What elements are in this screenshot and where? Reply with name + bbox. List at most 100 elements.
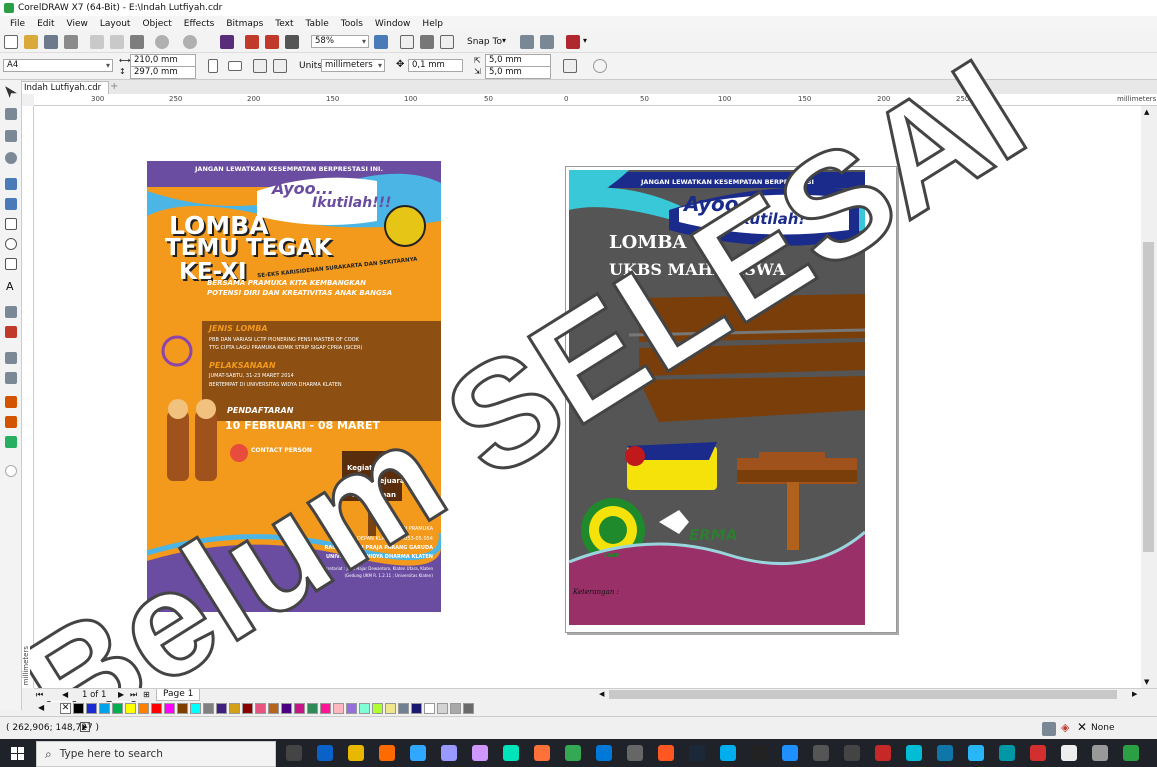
poster-in-progress[interactable]: JANGAN LEWATKAN KESEMPATAN BERPRESTASI A… [569,170,865,625]
palette-swatch[interactable] [242,703,253,714]
open-folder-icon[interactable] [24,35,38,49]
taskbar-app-icon[interactable] [968,745,984,761]
options-icon[interactable] [540,35,554,49]
save-icon[interactable] [44,35,58,49]
taskbar-app-icon[interactable] [782,745,798,761]
taskbar-app-icon[interactable] [596,745,612,761]
ruler-origin[interactable] [22,94,34,106]
menu-tools[interactable]: Tools [335,19,369,29]
taskbar-app-icon[interactable] [1030,745,1046,761]
menu-help[interactable]: Help [416,19,449,29]
paste-icon[interactable] [130,35,144,49]
palette-swatch[interactable] [372,703,383,714]
taskbar-app-icon[interactable] [503,745,519,761]
shape-tool-icon[interactable] [5,108,17,120]
windows-start-icon[interactable] [11,747,24,760]
no-color-swatch-icon[interactable]: ✕ [60,703,71,714]
taskbar-app-icon[interactable] [1123,745,1139,761]
palette-swatch[interactable] [164,703,175,714]
taskbar-app-icon[interactable] [627,745,643,761]
add-page-icon[interactable]: ⊞ [143,690,150,699]
taskbar-app-icon[interactable] [348,745,364,761]
search-content-icon[interactable] [220,35,234,49]
menu-text[interactable]: Text [269,19,299,29]
page-size-select[interactable]: A4 [3,59,113,72]
polygon-tool-icon[interactable] [5,258,17,270]
launcher-chevron-down-icon[interactable]: ▾ [583,36,587,45]
palette-swatch[interactable] [73,703,84,714]
palette-swatch[interactable] [424,703,435,714]
palette-swatch[interactable] [203,703,214,714]
page-height-field[interactable]: 297,0 mm [130,66,196,79]
nudge-distance-field[interactable]: 0,1 mm [408,59,463,72]
palette-swatch[interactable] [86,703,97,714]
transparency-tool-icon[interactable] [5,372,17,384]
taskbar-app-icon[interactable] [410,745,426,761]
menu-effects[interactable]: Effects [178,19,221,29]
palette-swatch[interactable] [125,703,136,714]
next-page-icon[interactable]: ▶ [118,690,124,699]
menu-table[interactable]: Table [299,19,334,29]
palette-swatch[interactable] [190,703,201,714]
palette-swatch[interactable] [99,703,110,714]
publish-pdf-icon[interactable] [285,35,299,49]
quick-customize-icon[interactable] [5,465,17,477]
show-guidelines-icon[interactable] [420,35,434,49]
palette-swatch[interactable] [229,703,240,714]
interactive-fill-tool-icon[interactable] [5,416,17,428]
full-screen-icon[interactable] [374,35,388,49]
landscape-icon[interactable] [228,61,242,71]
palette-swatch[interactable] [411,703,422,714]
palette-swatch[interactable] [450,703,461,714]
scroll-left-arrow-icon[interactable]: ◀ [599,690,604,698]
horizontal-scroll-thumb[interactable] [609,690,1117,699]
palette-swatch[interactable] [320,703,331,714]
taskbar-app-icon[interactable] [286,745,302,761]
taskbar-app-icon[interactable] [813,745,829,761]
taskbar-app-icon[interactable] [472,745,488,761]
units-select[interactable]: millimeters [321,59,385,72]
first-page-icon[interactable]: ⏮ [36,690,43,700]
zoom-tool-icon[interactable] [5,152,17,164]
taskbar-app-icon[interactable] [720,745,736,761]
document-tab[interactable]: Indah Lutfiyah.cdr [19,81,109,94]
palette-swatch[interactable] [138,703,149,714]
taskbar-app-icon[interactable] [1092,745,1108,761]
text-tool-icon[interactable]: A [6,280,14,293]
menu-edit[interactable]: Edit [31,19,60,29]
page-tab[interactable]: Page 1 [156,689,201,701]
palette-swatch[interactable] [307,703,318,714]
taskbar-app-icon[interactable] [565,745,581,761]
color-eyedropper-tool-icon[interactable] [5,396,17,408]
portrait-icon[interactable] [208,59,218,73]
ellipse-tool-icon[interactable] [5,238,17,250]
palette-swatch[interactable] [359,703,370,714]
show-rulers-icon[interactable] [400,35,414,49]
taskbar-app-icon[interactable] [317,745,333,761]
horizontal-ruler[interactable]: 300 250 200 150 100 50 0 50 100 150 200 … [34,94,1157,106]
taskbar-search-box[interactable]: ⌕ Type here to search [36,741,276,767]
palette-swatch[interactable] [398,703,409,714]
print-icon[interactable] [64,35,78,49]
menu-object[interactable]: Object [136,19,177,29]
pick-tool-icon[interactable] [5,86,17,98]
rectangle-tool-icon[interactable] [5,218,17,230]
poster-lomba-temu-tegak[interactable]: JANGAN LEWATKAN KESEMPATAN BERPRESTASI I… [147,161,441,612]
taskbar-app-icon[interactable] [999,745,1015,761]
add-preset-icon[interactable] [593,59,607,73]
scroll-up-arrow-icon[interactable]: ▲ [1144,108,1149,116]
export-icon[interactable] [265,35,279,49]
snap-chevron-down-icon[interactable]: ▾ [502,36,506,45]
last-page-icon[interactable]: ⏭ [130,690,137,700]
taskbar-app-icon[interactable] [751,745,767,761]
new-document-icon[interactable] [4,35,18,49]
palette-swatch[interactable] [268,703,279,714]
palette-swatch[interactable] [294,703,305,714]
menu-window[interactable]: Window [369,19,417,29]
menu-bitmaps[interactable]: Bitmaps [220,19,269,29]
import-icon[interactable] [245,35,259,49]
smart-fill-tool-icon[interactable] [5,436,17,448]
taskbar-app-icon[interactable] [844,745,860,761]
application-launcher-icon[interactable] [566,35,580,49]
taskbar-app-icon[interactable] [906,745,922,761]
